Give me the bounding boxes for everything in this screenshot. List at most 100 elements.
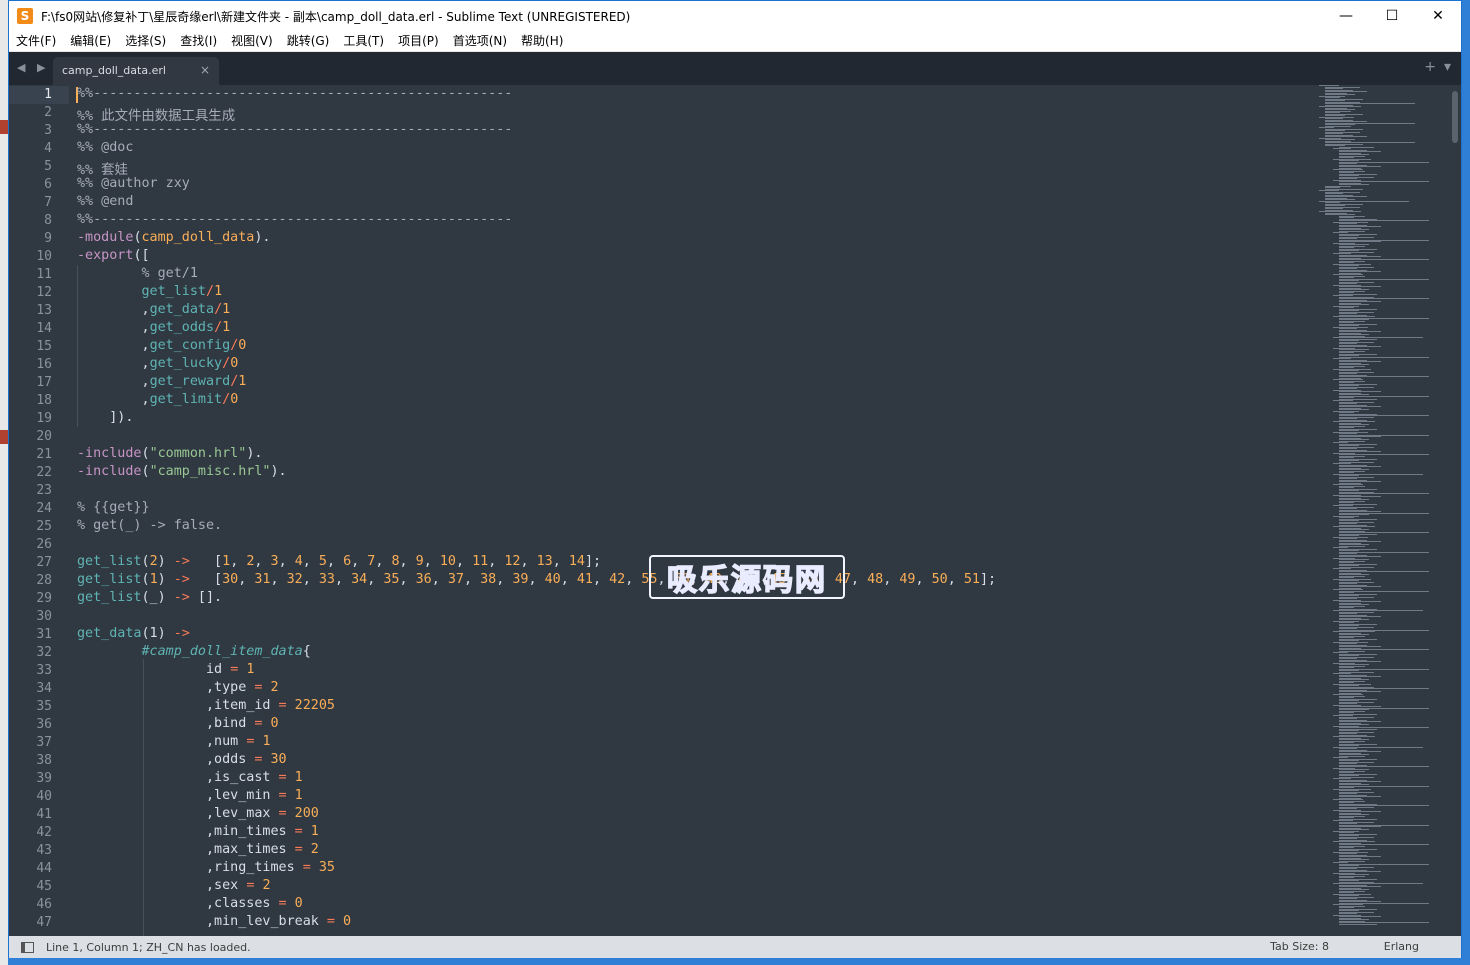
code-token: 1 bbox=[214, 284, 223, 299]
minimap-line bbox=[1339, 298, 1429, 299]
minimap-line bbox=[1319, 106, 1361, 107]
code-token: 5 bbox=[318, 554, 327, 569]
minimap-line bbox=[1333, 169, 1363, 170]
code-line: ,lev_max = 200 bbox=[77, 806, 319, 824]
tab-nav-arrows-icon[interactable]: ◀ ▶ bbox=[17, 61, 49, 74]
minimap-line bbox=[1325, 121, 1367, 122]
code-token: ,bind bbox=[77, 716, 255, 731]
title-bar[interactable]: S F:\fs0网站\修复补丁\星辰奇缘erl\新建文件夹 - 副本\camp_… bbox=[9, 1, 1461, 31]
tab-camp-doll-data[interactable]: camp_doll_data.erl × bbox=[53, 57, 219, 85]
minimap-line bbox=[1339, 367, 1354, 368]
code-token: 37 bbox=[447, 572, 464, 587]
minimap-line bbox=[1339, 475, 1359, 476]
minimap-line bbox=[1339, 625, 1359, 626]
vertical-scrollbar[interactable] bbox=[1452, 91, 1458, 143]
line-number: 26 bbox=[36, 537, 52, 552]
code-token: , bbox=[560, 572, 577, 587]
menu-tools[interactable]: 工具(T) bbox=[336, 31, 391, 52]
minimap-line bbox=[1325, 196, 1367, 197]
maximize-button[interactable]: ☐ bbox=[1369, 1, 1415, 31]
sidebar-toggle-icon[interactable] bbox=[21, 941, 34, 953]
code-token: , bbox=[883, 572, 900, 587]
minimap-line bbox=[1339, 244, 1369, 245]
minimap-line bbox=[1325, 97, 1340, 98]
minimap-line bbox=[1325, 88, 1343, 89]
new-tab-icon[interactable]: + bbox=[1424, 59, 1436, 75]
code-area[interactable]: %%--------------------------------------… bbox=[77, 85, 1297, 936]
code-token: -module bbox=[77, 230, 134, 245]
minimap-line bbox=[1333, 295, 1353, 296]
minimap-line bbox=[1333, 715, 1353, 716]
minimap-line bbox=[1339, 391, 1381, 392]
code-editor[interactable]: 1 2 3 4 5 6 7 8 9 10 11 12 13 14 15 16 17 18 19 20 21 22 23 24 2… bbox=[9, 85, 1461, 936]
menu-selection[interactable]: 选择(S) bbox=[118, 31, 173, 52]
menu-find[interactable]: 查找(I) bbox=[173, 31, 224, 52]
code-token: 30 bbox=[270, 752, 287, 767]
minimap-line bbox=[1325, 139, 1355, 140]
code-line: %%--------------------------------------… bbox=[77, 212, 512, 230]
minimap-line bbox=[1339, 277, 1354, 278]
menu-goto[interactable]: 跳转(G) bbox=[280, 31, 337, 52]
code-token: , bbox=[302, 554, 319, 569]
code-line: get_data(1) -> bbox=[77, 626, 190, 644]
code-token: 36 bbox=[415, 572, 432, 587]
tab-size-indicator[interactable]: Tab Size: 8 bbox=[1270, 940, 1329, 953]
minimap-line bbox=[1339, 718, 1357, 719]
code-token: ]). bbox=[77, 410, 134, 425]
minimap-line bbox=[1339, 280, 1359, 281]
minimap-line bbox=[1339, 226, 1381, 227]
minimap-line bbox=[1339, 709, 1369, 710]
minimap-line bbox=[1339, 448, 1357, 449]
minimap-line bbox=[1339, 922, 1429, 923]
tab-close-icon[interactable]: × bbox=[200, 63, 210, 77]
code-token: = bbox=[294, 824, 303, 839]
line-number: 10 bbox=[36, 249, 52, 264]
menu-project[interactable]: 项目(P) bbox=[391, 31, 446, 52]
minimap-line bbox=[1325, 145, 1345, 146]
line-number: 7 bbox=[44, 195, 52, 210]
minimap-line bbox=[1339, 829, 1369, 830]
syntax-indicator[interactable]: Erlang bbox=[1384, 940, 1419, 953]
close-button[interactable]: ✕ bbox=[1415, 1, 1461, 31]
tab-dropdown-icon[interactable]: ▾ bbox=[1444, 59, 1451, 75]
minimap[interactable] bbox=[1309, 85, 1449, 936]
menu-preferences[interactable]: 首选项(N) bbox=[446, 31, 514, 52]
menu-edit[interactable]: 编辑(E) bbox=[63, 31, 118, 52]
minimap-line bbox=[1339, 682, 1354, 683]
minimap-line bbox=[1333, 484, 1363, 485]
minimap-line bbox=[1339, 283, 1357, 284]
code-token: 8 bbox=[391, 554, 400, 569]
minimap-line bbox=[1339, 184, 1369, 185]
menu-help[interactable]: 帮助(H) bbox=[514, 31, 570, 52]
menu-view[interactable]: 视图(V) bbox=[224, 31, 280, 52]
minimap-line bbox=[1339, 532, 1429, 533]
minimap-line bbox=[1339, 751, 1381, 752]
minimap-line bbox=[1339, 223, 1357, 224]
minimap-line bbox=[1339, 592, 1354, 593]
line-number: 21 bbox=[36, 447, 52, 462]
menu-file[interactable]: 文件(F) bbox=[9, 31, 63, 52]
line-number: 8 bbox=[44, 213, 52, 228]
minimap-line bbox=[1339, 574, 1369, 575]
minimap-line bbox=[1339, 700, 1359, 701]
minimap-line bbox=[1333, 253, 1351, 254]
line-number: 34 bbox=[36, 681, 52, 696]
code-line: #camp_doll_item_data{ bbox=[77, 644, 311, 662]
code-token: ( bbox=[141, 572, 150, 587]
minimap-line bbox=[1339, 346, 1381, 347]
code-token: 31 bbox=[254, 572, 271, 587]
minimize-button[interactable]: — bbox=[1323, 1, 1369, 31]
minimap-line bbox=[1339, 760, 1359, 761]
code-token: ,max_times bbox=[77, 842, 295, 857]
line-number: 25 bbox=[36, 519, 52, 534]
code-token: , bbox=[278, 554, 295, 569]
minimap-line bbox=[1339, 157, 1354, 158]
code-token: / bbox=[214, 302, 223, 317]
minimap-line bbox=[1325, 130, 1345, 131]
minimap-line bbox=[1339, 310, 1359, 311]
minimap-line bbox=[1339, 667, 1354, 668]
code-line: ,get_data/1 bbox=[77, 302, 230, 320]
minimap-line bbox=[1339, 640, 1359, 641]
